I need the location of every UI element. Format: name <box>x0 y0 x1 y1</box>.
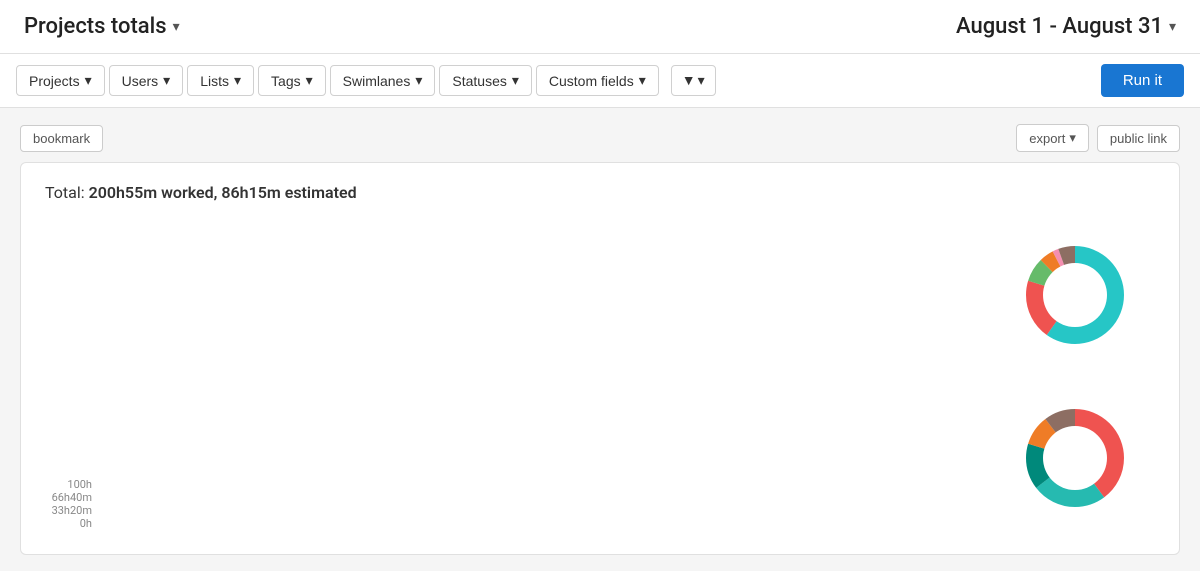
bar-chart-inner: 100h 66h40m 33h20m 0h <box>45 218 975 534</box>
filter-tags[interactable]: Tags ▾ <box>258 65 326 96</box>
donut-worked <box>1015 235 1135 355</box>
filter-custom-fields-label: Custom fields <box>549 73 634 89</box>
public-link-button[interactable]: public link <box>1097 125 1180 152</box>
filter-users-label: Users <box>122 73 159 89</box>
content-area: bookmark export ▾ public link Total: 200… <box>0 108 1200 571</box>
export-button[interactable]: export ▾ <box>1016 124 1089 152</box>
y-label-100h: 100h <box>67 478 92 491</box>
action-bar: bookmark export ▾ public link <box>20 124 1180 152</box>
y-label-66h: 66h40m <box>52 491 92 504</box>
filter-tags-arrow: ▾ <box>306 72 313 89</box>
advanced-filter-btn[interactable]: ▼ ▾ <box>671 65 716 96</box>
filter-tags-label: Tags <box>271 73 301 89</box>
y-axis: 100h 66h40m 33h20m 0h <box>45 478 100 534</box>
filter-lists-arrow: ▾ <box>234 72 241 89</box>
donut-worked-svg <box>1015 235 1135 355</box>
page-title[interactable]: Projects totals ▾ <box>24 14 180 39</box>
date-range[interactable]: August 1 - August 31 ▾ <box>956 14 1176 39</box>
export-label: export <box>1029 131 1065 146</box>
filter-projects-arrow: ▾ <box>85 72 92 89</box>
date-range-text: August 1 - August 31 <box>956 14 1163 39</box>
chart-title: Total: 200h55m worked, 86h15m estimated <box>45 183 1155 202</box>
donut-charts <box>995 218 1155 534</box>
date-dropdown-arrow[interactable]: ▾ <box>1169 19 1176 35</box>
total-value: 200h55m worked, 86h15m estimated <box>89 183 357 202</box>
chart-container: Total: 200h55m worked, 86h15m estimated … <box>20 162 1180 555</box>
top-bar: Projects totals ▾ August 1 - August 31 ▾ <box>0 0 1200 54</box>
donut-estimated-svg <box>1015 398 1135 518</box>
filter-extra-arrow: ▾ <box>698 73 705 89</box>
filter-lists[interactable]: Lists ▾ <box>187 65 254 96</box>
filter-statuses-arrow: ▾ <box>512 72 519 89</box>
charts-row: 100h 66h40m 33h20m 0h <box>45 218 1155 534</box>
filter-funnel-icon: ▼ <box>682 72 696 89</box>
filter-lists-label: Lists <box>200 73 229 89</box>
title-text: Projects totals <box>24 14 167 39</box>
total-label: Total: <box>45 183 85 202</box>
filter-custom-fields-arrow: ▾ <box>639 72 646 89</box>
export-arrow: ▾ <box>1069 130 1076 146</box>
filter-users-arrow: ▾ <box>163 72 170 89</box>
filter-projects-label: Projects <box>29 73 80 89</box>
y-label-0h: 0h <box>80 517 92 530</box>
right-actions: export ▾ public link <box>1016 124 1180 152</box>
filter-swimlanes-arrow: ▾ <box>415 72 422 89</box>
run-it-button[interactable]: Run it <box>1101 64 1184 97</box>
filter-custom-fields[interactable]: Custom fields ▾ <box>536 65 659 96</box>
filter-statuses-label: Statuses <box>452 73 506 89</box>
filter-statuses[interactable]: Statuses ▾ <box>439 65 532 96</box>
bar-chart-area: 100h 66h40m 33h20m 0h <box>45 218 975 534</box>
filter-swimlanes-label: Swimlanes <box>343 73 411 89</box>
filter-swimlanes[interactable]: Swimlanes ▾ <box>330 65 436 96</box>
filter-bar: Projects ▾ Users ▾ Lists ▾ Tags ▾ Swimla… <box>0 54 1200 108</box>
title-dropdown-arrow[interactable]: ▾ <box>173 19 180 35</box>
y-label-33h: 33h20m <box>52 504 92 517</box>
filter-users[interactable]: Users ▾ <box>109 65 184 96</box>
filter-projects[interactable]: Projects ▾ <box>16 65 105 96</box>
bookmark-button[interactable]: bookmark <box>20 125 103 152</box>
donut-estimated <box>1015 398 1135 518</box>
